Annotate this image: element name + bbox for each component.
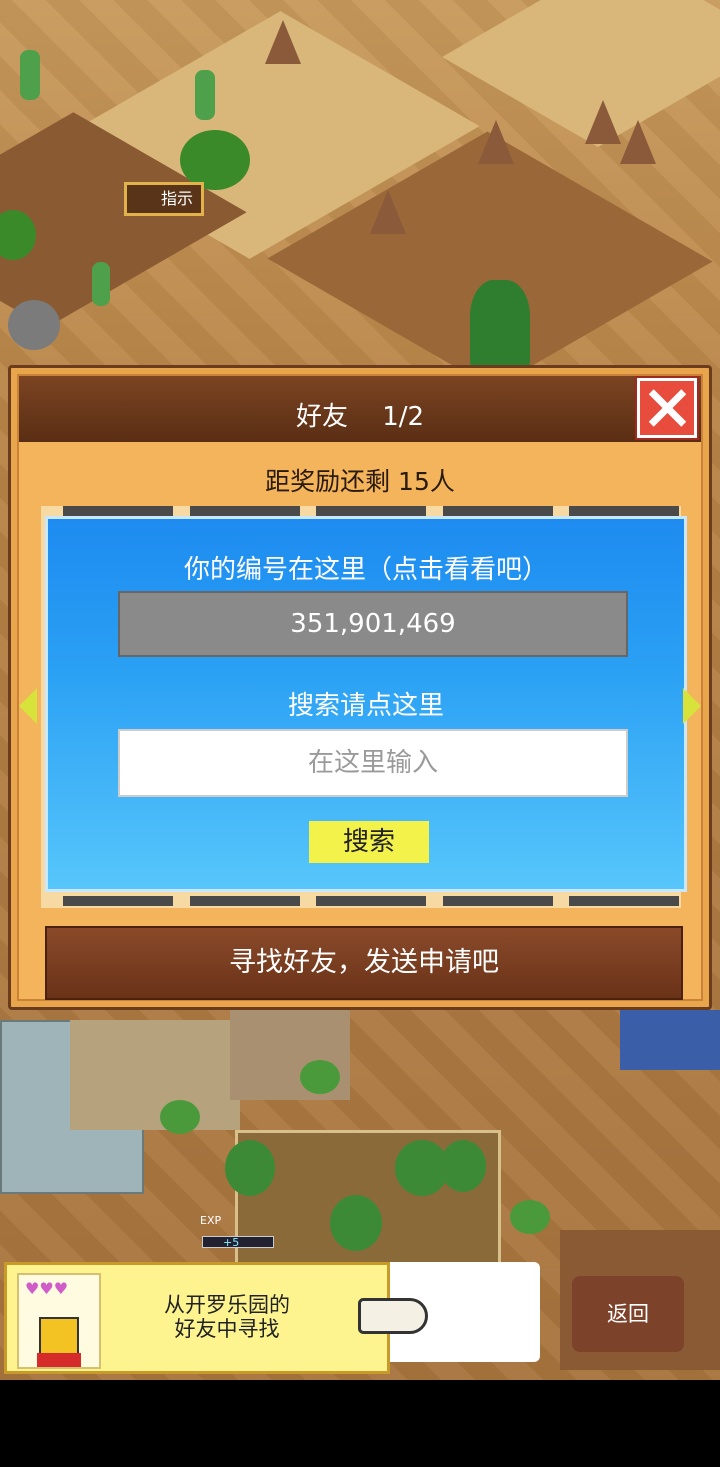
banner-text-line2: 好友中寻找 bbox=[174, 1317, 280, 1341]
hearts-icon: ♥♥♥ bbox=[25, 1279, 69, 1298]
boulder bbox=[8, 300, 60, 350]
panel-rail-top bbox=[63, 506, 679, 516]
palm-tree bbox=[180, 130, 250, 190]
search-label: 搜索请点这里 bbox=[287, 691, 444, 721]
exp-label: EXP bbox=[200, 1214, 222, 1227]
rock-spire bbox=[478, 120, 514, 164]
next-page-arrow-icon[interactable] bbox=[683, 688, 701, 724]
player-id-display[interactable]: 351,901,469 bbox=[118, 591, 628, 657]
panel-rail-bottom bbox=[63, 896, 679, 906]
shrub bbox=[510, 1200, 550, 1234]
close-button[interactable] bbox=[637, 378, 697, 438]
dialog-title-bar: 好友 1/2 bbox=[19, 376, 701, 442]
pine-tree bbox=[470, 280, 530, 370]
guide-sign[interactable]: 指示 bbox=[124, 182, 204, 216]
apple-tree bbox=[330, 1195, 382, 1251]
rock-spire bbox=[620, 120, 656, 164]
prev-page-arrow-icon[interactable] bbox=[19, 688, 37, 724]
cactus bbox=[195, 70, 215, 120]
exp-gain-bar: +5 bbox=[202, 1236, 274, 1249]
reward-remaining-text: 距奖励还剩 15人 bbox=[265, 467, 455, 496]
banner-text: 从开罗乐园的 好友中寻找 bbox=[127, 1293, 327, 1341]
shrub bbox=[160, 1100, 200, 1134]
kairobot-avatar-icon bbox=[37, 1317, 81, 1367]
rock-spire bbox=[265, 20, 301, 64]
friends-dialog: 好友 1/2 距奖励还剩 15人 你的编号在这里（点击看看吧） 351,901,… bbox=[8, 365, 712, 1010]
cactus bbox=[92, 262, 110, 306]
shop-building bbox=[70, 1020, 240, 1130]
banner-text-line1: 从开罗乐园的 bbox=[164, 1293, 290, 1317]
kairo-park-friends-banner[interactable]: ♥♥♥ 从开罗乐园的 好友中寻找 bbox=[4, 1262, 390, 1374]
dialog-body: 好友 1/2 距奖励还剩 15人 你的编号在这里（点击看看吧） 351,901,… bbox=[17, 374, 703, 1001]
find-friends-button[interactable]: 寻找好友，发送申请吧 bbox=[45, 926, 683, 1000]
bottom-letterbox bbox=[0, 1380, 720, 1467]
search-input[interactable]: 在这里输入 bbox=[118, 729, 628, 797]
water-area bbox=[620, 1010, 720, 1070]
dialog-title: 好友 1/2 bbox=[295, 402, 425, 432]
rock-spire bbox=[585, 100, 621, 144]
shrub bbox=[300, 1060, 340, 1094]
pointing-hand-icon bbox=[358, 1298, 428, 1334]
cactus bbox=[20, 50, 40, 100]
rock-spire bbox=[370, 190, 406, 234]
back-button[interactable]: 返回 bbox=[572, 1276, 684, 1352]
friend-search-panel: 你的编号在这里（点击看看吧） 351,901,469 搜索请点这里 在这里输入 … bbox=[45, 516, 687, 892]
avatar-frame: ♥♥♥ bbox=[17, 1273, 101, 1369]
apple-tree bbox=[440, 1140, 486, 1192]
apple-tree bbox=[225, 1140, 275, 1196]
player-id-label: 你的编号在这里（点击看看吧） bbox=[183, 555, 548, 585]
search-button[interactable]: 搜索 bbox=[309, 821, 429, 863]
